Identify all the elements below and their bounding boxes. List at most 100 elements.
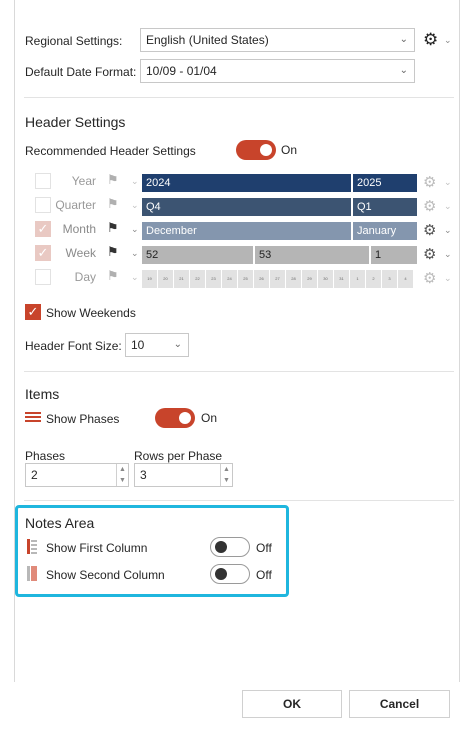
recommended-header-label: Recommended Header Settings (25, 144, 196, 158)
rows-per-phase-label: Rows per Phase (134, 449, 223, 463)
show-second-column-label: Show Second Column (46, 568, 165, 582)
day-cell: 2 (366, 270, 381, 288)
chevron-down-icon[interactable]: ⌄ (444, 225, 452, 236)
gear-icon[interactable]: ⚙ (423, 245, 436, 263)
notes-area-title: Notes Area (25, 515, 95, 531)
day-label: Day (74, 270, 96, 284)
week-cell-52: 52 (142, 246, 253, 264)
show-weekends-checkbox[interactable]: ✓ (25, 304, 41, 320)
day-cell: 30 (318, 270, 333, 288)
stepper-up-icon[interactable]: ▲ (117, 464, 128, 475)
month-cell-january: January (353, 222, 417, 240)
chevron-down-icon: ⌄ (399, 34, 408, 45)
header-settings-title: Header Settings (25, 114, 126, 130)
paint-bucket-icon[interactable]: ⚑ (107, 172, 119, 188)
paint-bucket-icon[interactable]: ⚑ (107, 220, 119, 236)
month-cell-december: December (142, 222, 351, 240)
chevron-down-icon[interactable]: ⌄ (131, 200, 139, 211)
cancel-button[interactable]: Cancel (349, 690, 450, 718)
week-cell-1: 1 (371, 246, 417, 264)
day-cell: 31 (334, 270, 349, 288)
week-cell-53: 53 (255, 246, 369, 264)
week-label: Week (65, 246, 96, 260)
day-cell: 29 (302, 270, 317, 288)
recommended-header-toggle[interactable] (236, 140, 276, 160)
day-cell: 4 (398, 270, 413, 288)
divider (24, 500, 454, 501)
day-cell: 19 (142, 270, 157, 288)
regional-settings-value: English (United States) (146, 33, 269, 47)
chevron-down-icon[interactable]: ⌄ (131, 272, 139, 283)
header-font-size-label: Header Font Size: (25, 339, 122, 353)
date-format-label: Default Date Format: (25, 65, 137, 79)
day-cell: 23 (206, 270, 221, 288)
chevron-down-icon[interactable]: ⌄ (444, 273, 452, 284)
chevron-down-icon: ⌄ (399, 65, 408, 76)
gear-icon[interactable]: ⚙ (423, 269, 436, 287)
show-second-column-state: Off (256, 568, 272, 582)
day-cell: 28 (286, 270, 301, 288)
chevron-down-icon[interactable]: ⌄ (131, 224, 139, 235)
stepper-down-icon[interactable]: ▼ (221, 475, 232, 486)
paint-bucket-icon[interactable]: ⚑ (107, 196, 119, 212)
second-column-icon (27, 566, 37, 581)
chevron-down-icon: ⌄ (173, 339, 182, 350)
recommended-header-state: On (281, 143, 298, 157)
date-format-select[interactable]: 10/09 - 01/04 ⌄ (140, 59, 415, 83)
regional-settings-label: Regional Settings: (25, 34, 123, 48)
chevron-down-icon[interactable]: ⌄ (444, 201, 452, 212)
day-cell: 25 (238, 270, 253, 288)
day-cell: 21 (174, 270, 189, 288)
phases-label: Phases (25, 449, 66, 463)
chevron-down-icon[interactable]: ⌄ (444, 35, 452, 46)
day-cell: 3 (382, 270, 397, 288)
phases-value: 2 (31, 468, 38, 482)
quarter-cell-q4: Q4 (142, 198, 351, 216)
day-cell: 1 (350, 270, 365, 288)
show-first-column-toggle[interactable] (210, 537, 250, 557)
gear-icon[interactable]: ⚙ (423, 30, 438, 50)
gear-icon[interactable]: ⚙ (423, 197, 436, 215)
divider (24, 97, 454, 98)
phases-icon (25, 412, 41, 425)
chevron-down-icon[interactable]: ⌄ (131, 176, 139, 187)
quarter-cell-q1: Q1 (353, 198, 417, 216)
show-weekends-label: Show Weekends (46, 306, 136, 320)
chevron-down-icon[interactable]: ⌄ (444, 177, 452, 188)
gear-icon[interactable]: ⚙ (423, 221, 436, 239)
day-cell: 24 (222, 270, 237, 288)
show-phases-label: Show Phases (46, 412, 120, 426)
day-cell: 27 (270, 270, 285, 288)
rows-per-phase-stepper[interactable]: 3 ▲ ▼ (134, 463, 233, 487)
show-phases-state: On (201, 411, 218, 425)
year-label: Year (71, 174, 96, 188)
quarter-label: Quarter (55, 198, 96, 212)
first-column-icon (27, 539, 37, 554)
day-cell: 26 (254, 270, 269, 288)
show-phases-toggle[interactable] (155, 408, 195, 428)
day-strip: 19 20 21 22 23 24 25 26 27 28 29 30 31 1… (142, 270, 417, 288)
day-cell: 22 (190, 270, 205, 288)
paint-bucket-icon[interactable]: ⚑ (107, 244, 119, 260)
paint-bucket-icon[interactable]: ⚑ (107, 268, 119, 284)
items-title: Items (25, 386, 60, 402)
day-cell: 20 (158, 270, 173, 288)
stepper-down-icon[interactable]: ▼ (117, 475, 128, 486)
regional-settings-select[interactable]: English (United States) ⌄ (140, 28, 415, 52)
chevron-down-icon[interactable]: ⌄ (444, 249, 452, 260)
gear-icon[interactable]: ⚙ (423, 173, 436, 191)
show-first-column-state: Off (256, 541, 272, 555)
header-font-size-select[interactable]: 10 ⌄ (125, 333, 189, 357)
stepper-up-icon[interactable]: ▲ (221, 464, 232, 475)
ok-button[interactable]: OK (242, 690, 342, 718)
show-second-column-toggle[interactable] (210, 564, 250, 584)
year-cell-2025: 2025 (353, 174, 417, 192)
year-cell-2024: 2024 (142, 174, 351, 192)
phases-stepper[interactable]: 2 ▲ ▼ (25, 463, 129, 487)
date-format-value: 10/09 - 01/04 (146, 64, 217, 78)
chevron-down-icon[interactable]: ⌄ (131, 248, 139, 259)
show-first-column-label: Show First Column (46, 541, 148, 555)
header-font-size-value: 10 (131, 338, 145, 352)
rows-per-phase-value: 3 (140, 468, 147, 482)
month-label: Month (62, 222, 96, 236)
